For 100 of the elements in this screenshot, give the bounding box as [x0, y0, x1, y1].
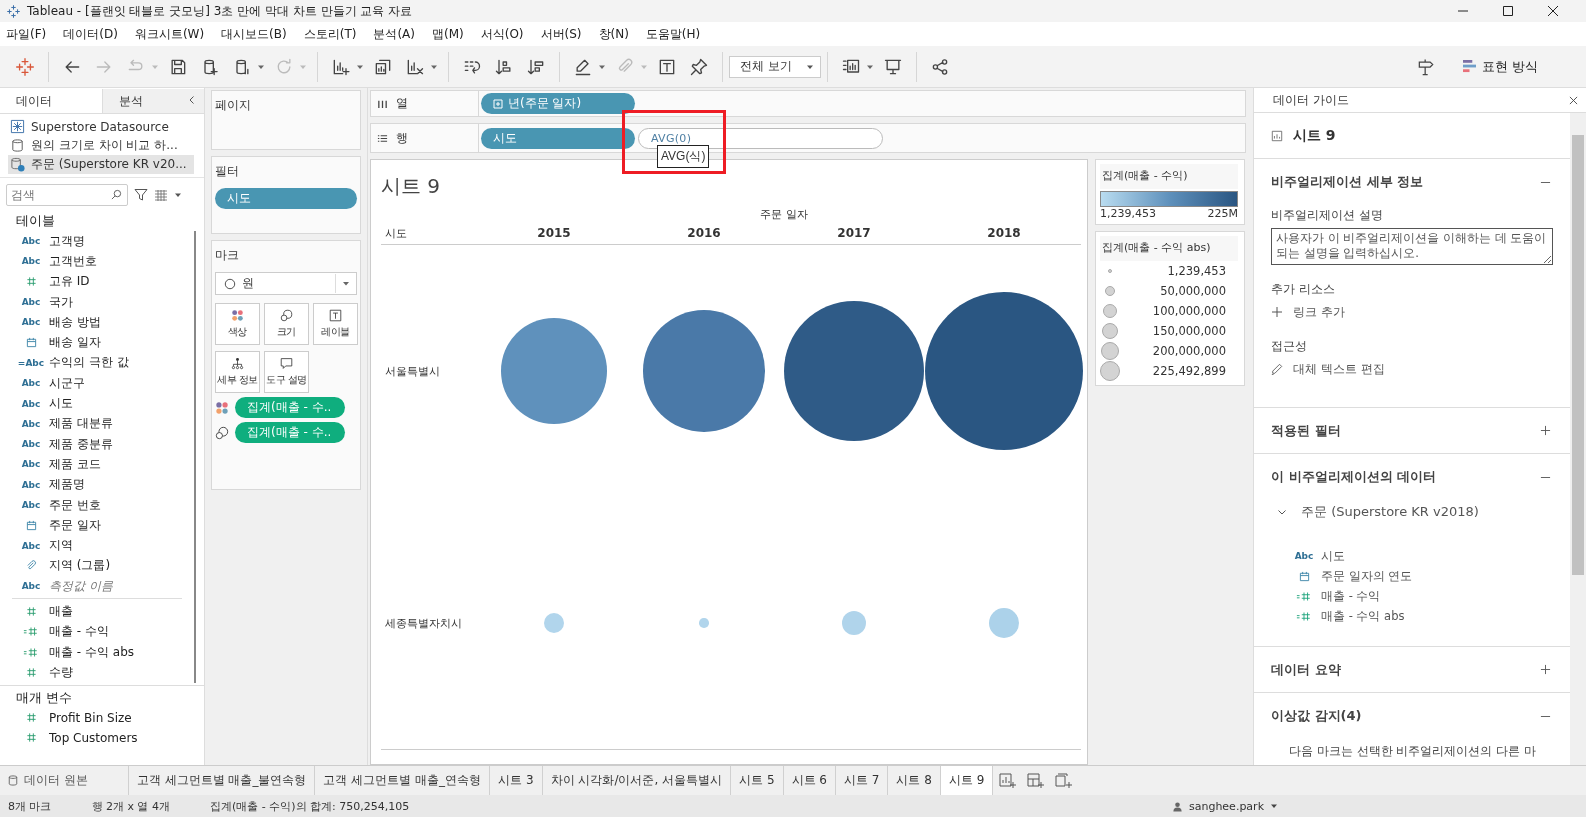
menu-item[interactable]: 서버(S)	[540, 25, 582, 43]
field-item[interactable]: 지역 (그룹)	[0, 555, 204, 577]
field-item[interactable]: =Abc 수익의 극한 값	[0, 352, 204, 374]
menu-item[interactable]: 대시보드(B)	[221, 25, 287, 43]
field-item[interactable]: 수량	[0, 662, 204, 683]
format-button[interactable]: 표현 방식	[1452, 53, 1548, 80]
field-item[interactable]: Abc 고객번호	[0, 251, 204, 272]
mark-property-button[interactable]: 레이블	[313, 303, 358, 345]
menu-item[interactable]: 스토리(T)	[303, 25, 357, 43]
datasource-item[interactable]: 주문 (Superstore KR v20...	[8, 155, 194, 174]
caret-icon[interactable]	[174, 191, 182, 199]
field-item[interactable]: 매출	[0, 601, 204, 622]
hash-icon	[25, 606, 37, 617]
year-header: 2018	[986, 226, 1022, 240]
detail-tree-icon	[231, 357, 244, 370]
add-link-button[interactable]: 링크 추가	[1271, 302, 1553, 322]
close-icon[interactable]	[1547, 5, 1559, 17]
data-field: 시도	[1321, 548, 1345, 564]
card-title: 필터	[215, 163, 240, 180]
field-item[interactable]: Abc 고객명	[0, 231, 204, 252]
mark-property-button[interactable]: 세부 정보	[215, 351, 260, 393]
edit-alt-text-button[interactable]: 대체 텍스트 편집	[1271, 359, 1553, 379]
field-item[interactable]: 매출 - 수익	[0, 621, 204, 642]
user-icon	[1171, 800, 1183, 812]
list-view-icon[interactable]	[154, 188, 168, 202]
close-icon[interactable]	[1569, 95, 1578, 105]
field-item[interactable]: Abc 시도	[0, 393, 204, 414]
fit-dropdown[interactable]: 전체 보기	[729, 55, 821, 78]
type-label: Abc	[21, 479, 41, 490]
datasource-item[interactable]: 원의 크기로 차이 비교 하...	[8, 136, 194, 155]
description-field[interactable]: 사용자가 이 비주얼리제이션을 이해하는 데 도움이 되는 설명을 입력하십시오.	[1271, 228, 1553, 265]
field-item[interactable]: Abc 제품 중분류	[0, 433, 204, 455]
type-label: Abc	[21, 418, 41, 429]
shelf-label: 열	[396, 95, 408, 112]
field-item[interactable]: Abc 시군구	[0, 373, 204, 394]
type-label: Abc	[21, 540, 41, 551]
parameter-item[interactable]: Profit Bin Size	[0, 707, 204, 728]
section-text: 다음 마크는 선택한 비주얼리제이션의 다른 마	[1288, 743, 1538, 760]
section-title: 이 비주얼리제이션의 데이터	[1271, 468, 1437, 486]
data-field: 매출 - 수익 abs	[1321, 608, 1405, 624]
type-label: Abc	[21, 317, 41, 328]
legend-value: 225,492,899	[1151, 364, 1227, 378]
mark-property-button[interactable]: 색상	[215, 303, 260, 345]
pill-editor[interactable]: AVG(0)	[638, 127, 883, 149]
field-label: 접근성	[1271, 338, 1308, 355]
field-item[interactable]: 배송 일자	[0, 332, 204, 353]
menu-item[interactable]: 도움말(H)	[645, 25, 701, 43]
sheet-tab[interactable]: 시트 9	[940, 766, 994, 795]
collapse-chevron-icon[interactable]	[187, 95, 197, 105]
mark-type-dropdown[interactable]: 원	[215, 272, 357, 295]
type-label: Abc	[21, 398, 41, 409]
type-label: Abc	[21, 256, 41, 267]
plus-icon	[1271, 306, 1283, 318]
caret-icon	[1270, 802, 1278, 810]
field-item[interactable]: Abc 지역	[0, 535, 204, 556]
expand-plus-icon[interactable]	[1540, 425, 1551, 436]
field-item[interactable]: 매출 - 수익 abs	[0, 641, 204, 663]
chevron-down-icon[interactable]	[1277, 507, 1287, 517]
legend-title: 집계(매출 - 수익)	[1100, 164, 1238, 189]
speech-bubble-icon	[280, 357, 293, 370]
field-label: 추가 리소스	[1271, 281, 1336, 298]
row-header-title: 시도	[384, 225, 408, 241]
field-item[interactable]: Abc 제품 대분류	[0, 413, 204, 434]
maximize-icon[interactable]	[1502, 5, 1514, 17]
menu-item[interactable]: 서식(O)	[480, 25, 524, 43]
pane-tab[interactable]: 분석	[102, 88, 204, 113]
hash-icon	[25, 666, 37, 678]
new-story-icon[interactable]	[1055, 772, 1074, 789]
field-item[interactable]: Abc 제품 코드	[0, 454, 204, 475]
menu-item[interactable]: 창(N)	[598, 25, 629, 43]
menu-item[interactable]: 분석(A)	[373, 25, 415, 43]
mark-property-button[interactable]: 도구 설명	[264, 351, 309, 393]
expand-plus-icon[interactable]	[1540, 664, 1551, 675]
field-item[interactable]: Abc 측정값 이름	[0, 576, 204, 597]
year-header: 2015	[536, 226, 572, 240]
parameter-item[interactable]: Top Customers	[0, 727, 204, 749]
datasource-item[interactable]: Superstore Datasource	[8, 117, 194, 136]
window-title: Tableau - [플랜잇 태블로 굿모닝] 3초 만에 막대 차트 만들기 교육 자료	[27, 2, 413, 20]
user-menu[interactable]: sanghee.park	[1171, 799, 1278, 813]
new-sheet-icon[interactable]	[999, 772, 1018, 789]
menu-item[interactable]: 파일(F)	[6, 25, 47, 43]
calculated-hash-icon	[23, 646, 39, 658]
shelf-label: 행	[396, 129, 408, 147]
scrollbar[interactable]	[1570, 113, 1586, 765]
menu-item[interactable]: 워크시트(W)	[134, 25, 205, 43]
field-item[interactable]: Abc 배송 방법	[0, 312, 204, 333]
field-item[interactable]: Abc 제품명	[0, 474, 204, 495]
menu-item[interactable]: 맵(M)	[432, 25, 464, 43]
field-item[interactable]: 고유 ID	[0, 271, 204, 292]
search-field[interactable]: 검색	[6, 184, 128, 206]
field-item[interactable]: Abc 주문 번호	[0, 494, 204, 516]
search-icon	[111, 189, 122, 200]
field-item[interactable]: Abc 국가	[0, 291, 204, 313]
hash-icon	[25, 732, 37, 744]
filter-funnel-icon[interactable]	[134, 188, 148, 202]
field-item[interactable]: 주문 일자	[0, 515, 204, 536]
mark-property-button[interactable]: 크기	[264, 303, 309, 345]
column-header-title: 주문 일자	[759, 207, 809, 222]
menu-item[interactable]: 데이터(D)	[63, 25, 118, 43]
new-dashboard-icon[interactable]	[1027, 772, 1046, 789]
